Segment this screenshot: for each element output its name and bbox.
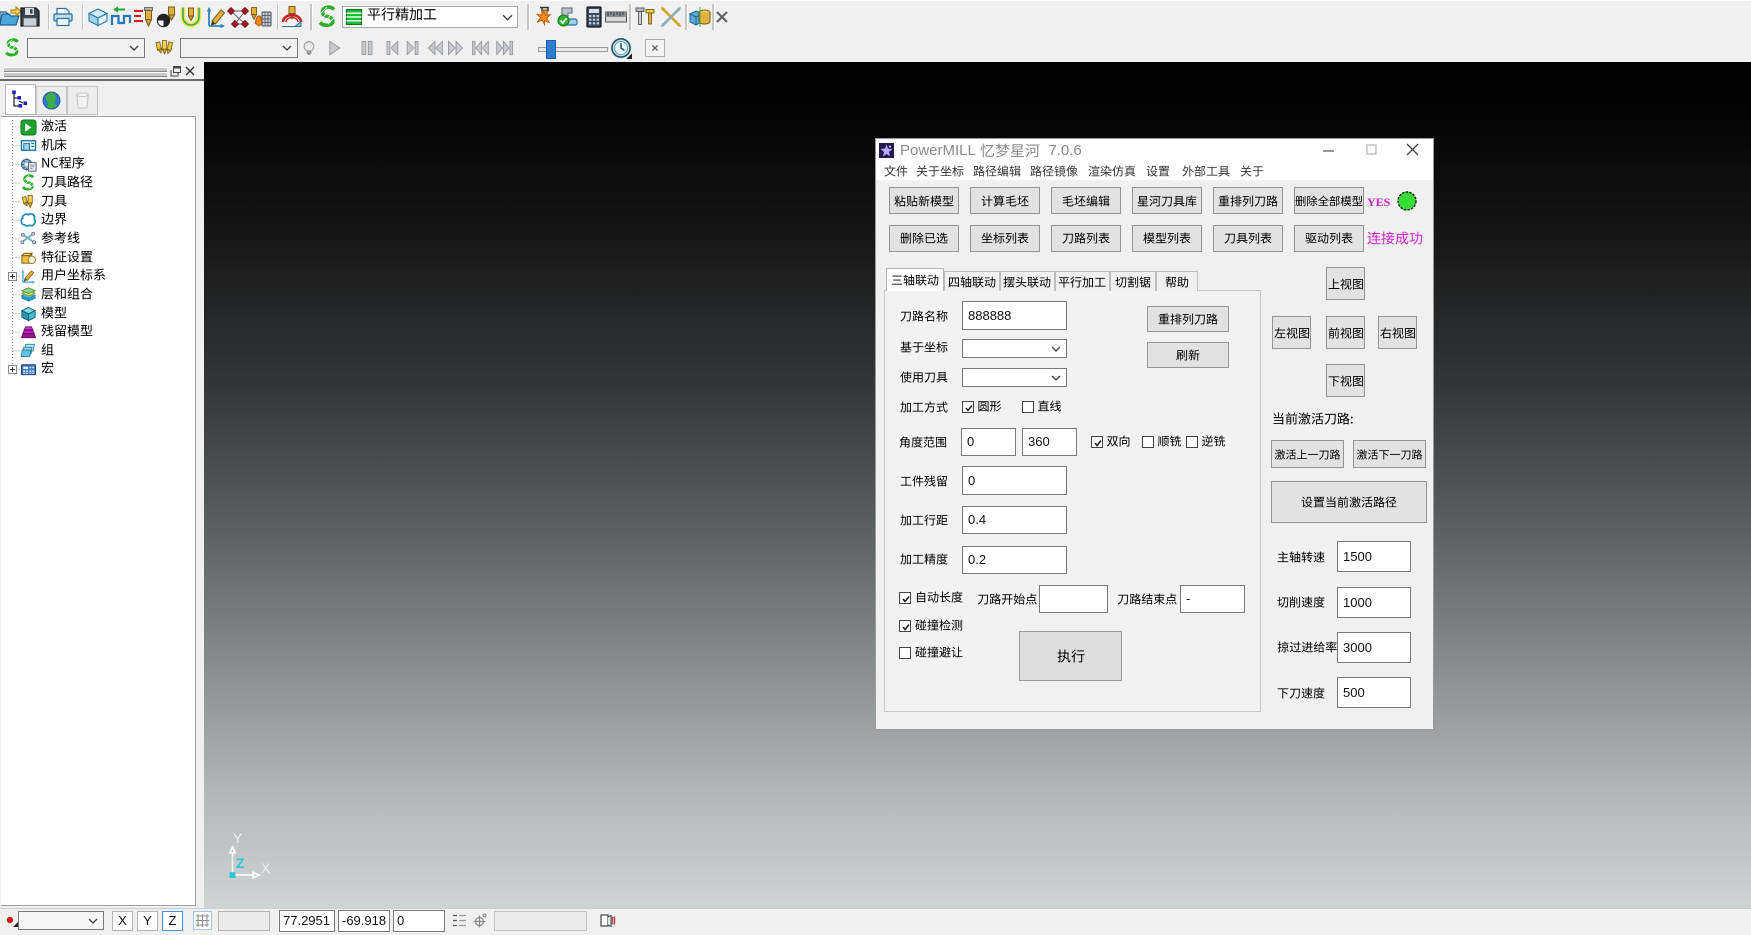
svg-text:X: X — [261, 860, 271, 876]
svg-text:Y: Y — [233, 830, 243, 846]
svg-text:Z: Z — [236, 855, 245, 871]
